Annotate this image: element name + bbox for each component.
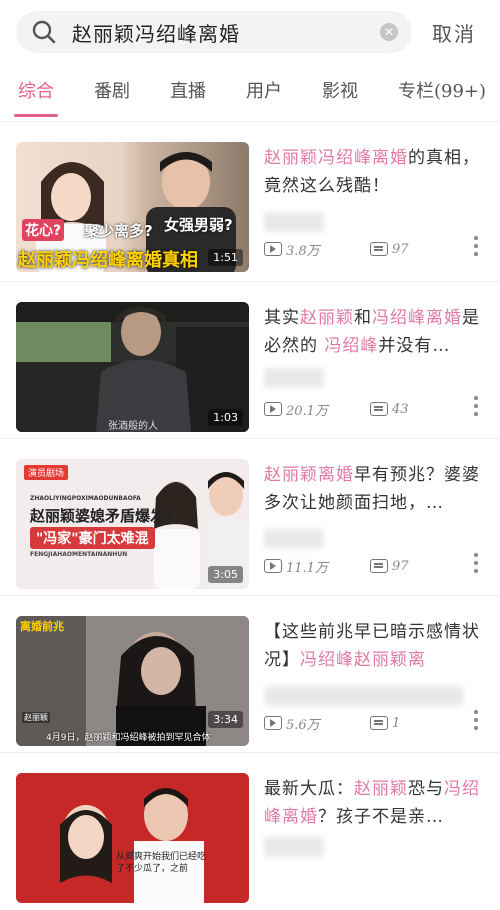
thumb-caption-3: 女强男弱? [164,216,233,234]
video-duration: 3:34 [208,711,243,728]
uploader-name[interactable] [264,837,324,857]
video-stats: 20.1万 43 [264,398,484,420]
video-thumbnail[interactable]: 花心? 聚少离多? 女强男弱? 赵丽颖冯绍峰离婚真相 1:51 [16,142,249,272]
view-count: 20.1万 [286,403,328,419]
play-count-icon [264,242,282,256]
list-item[interactable]: 演员剧场 ZHAOLIYINGPOXIMAODUNBAOFA 赵丽颖婆媳矛盾爆发… [0,439,500,596]
top-bar: 赵丽颖冯绍峰离婚 ✕ 取消 [0,0,500,64]
list-item[interactable]: 从郑爽开始我们已经吃了不少瓜了，之前 最新大瓜：赵丽颖恐与冯绍峰离婚？孩子不是亲… [0,753,500,910]
view-count: 3.8万 [286,243,320,259]
thumb-subtitle: 从郑爽开始我们已经吃了不少瓜了，之前 [116,852,207,874]
comment-icon [370,559,388,573]
tab-column[interactable]: 专栏(99+) [398,77,486,121]
title-part: 恐与 [408,779,444,799]
video-title[interactable]: 最新大瓜：赵丽颖恐与冯绍峰离婚？孩子不是亲… [264,775,484,831]
title-part: 并没有… [378,336,451,356]
more-options-icon[interactable] [474,710,478,730]
thumb-caption-1: 花心? [22,219,65,241]
video-thumbnail[interactable]: 离婚前兆 赵丽颖 4月9日，赵丽颖和冯绍峰被拍到罕见合体 3:34 [16,616,249,746]
title-part: 和 [354,308,372,328]
comment-count: 43 [392,401,409,417]
video-title[interactable]: 赵丽颖离婚早有预兆？婆婆多次让她颜面扫地，… [264,461,484,517]
play-count-icon [264,559,282,573]
video-title[interactable]: 其实赵丽颖和冯绍峰离婚是必然的 冯绍峰并没有… [264,304,484,360]
tab-film[interactable]: 影视 [322,77,358,121]
title-part: 赵丽颖冯绍峰离婚 [264,148,408,168]
uploader-name[interactable] [264,686,464,706]
video-duration: 3:05 [208,566,243,583]
result-list: 花心? 聚少离多? 女强男弱? 赵丽颖冯绍峰离婚真相 1:51 赵丽颖冯绍峰离婚… [0,122,500,910]
video-duration: 1:51 [208,249,243,266]
comment-icon [370,716,388,730]
thumb-caption-2: 聚少离多? [84,222,153,240]
thumb-caption-4: 赵丽颖冯绍峰离婚真相 [18,250,198,271]
thumb-name: 赵丽颖 [22,712,50,723]
comment-count: 1 [392,715,401,731]
video-duration: 1:03 [208,409,243,426]
thumb-tag: 离婚前兆 [20,620,64,633]
thumb-caption-1: 赵丽颖婆媳矛盾爆发? [30,507,174,525]
thumbnail-image [16,773,249,903]
thumb-caption-2: "冯家"豪门太难混 [30,527,155,549]
video-thumbnail[interactable]: 演员剧场 ZHAOLIYINGPOXIMAODUNBAOFA 赵丽颖婆媳矛盾爆发… [16,459,249,589]
title-part: 冯绍峰 [324,336,379,356]
title-part: 冯绍峰赵丽颖离 [300,650,426,670]
video-thumbnail[interactable]: 张酒般的人 1:03 [16,302,249,432]
comment-icon [370,402,388,416]
thumb-subtitle: 张酒般的人 [108,421,158,432]
view-count: 11.1万 [286,560,328,576]
title-part: 赵丽颖离婚 [264,465,354,485]
clear-icon[interactable]: ✕ [380,23,398,41]
search-icon [32,20,56,44]
video-title[interactable]: 赵丽颖冯绍峰离婚的真相，竟然这么残酷！ [264,144,484,200]
video-stats: 3.8万 97 [264,238,484,260]
play-count-icon [264,716,282,730]
title-part: 其实 [264,308,300,328]
more-options-icon[interactable] [474,553,478,573]
video-thumbnail[interactable]: 从郑爽开始我们已经吃了不少瓜了，之前 [16,773,249,903]
title-part: 赵丽颖 [354,779,408,799]
list-item[interactable]: 张酒般的人 1:03 其实赵丽颖和冯绍峰离婚是必然的 冯绍峰并没有… 20.1万… [0,282,500,439]
comment-icon [370,242,388,256]
title-part: 冯绍峰离婚 [372,308,462,328]
view-count: 5.6万 [286,717,320,733]
video-stats: 11.1万 97 [264,555,484,577]
title-part: 最新大瓜： [264,779,354,799]
more-options-icon[interactable] [474,236,478,256]
search-input[interactable]: 赵丽颖冯绍峰离婚 ✕ [16,11,412,53]
list-item[interactable]: 花心? 聚少离多? 女强男弱? 赵丽颖冯绍峰离婚真相 1:51 赵丽颖冯绍峰离婚… [0,122,500,282]
list-item[interactable]: 离婚前兆 赵丽颖 4月9日，赵丽颖和冯绍峰被拍到罕见合体 3:34 【这些前兆早… [0,596,500,753]
tab-anime[interactable]: 番剧 [94,77,130,121]
thumb-pinyin-1: ZHAOLIYINGPOXIMAODUNBAOFA [30,495,141,502]
search-query[interactable]: 赵丽颖冯绍峰离婚 [72,18,380,47]
thumb-pinyin-2: FENGJIAHAOMENTAINANHUN [30,551,128,558]
uploader-name[interactable] [264,368,324,388]
cancel-button[interactable]: 取消 [432,18,476,47]
title-part: ？孩子不是亲… [318,807,444,827]
thumb-logo: 演员剧场 [24,465,69,480]
tab-live[interactable]: 直播 [170,77,206,121]
uploader-name[interactable] [264,529,324,549]
comment-count: 97 [392,558,409,574]
tab-comprehensive[interactable]: 综合 [14,77,58,121]
uploader-name[interactable] [264,212,324,232]
title-part: 赵丽颖 [300,308,354,328]
play-count-icon [264,402,282,416]
filter-tabs: 综合 番剧 直播 用户 影视 专栏(99+) [0,64,500,122]
video-stats: 5.6万 1 [264,712,484,734]
thumb-subtitle: 4月9日，赵丽颖和冯绍峰被拍到罕见合体 [46,733,211,743]
comment-count: 97 [392,241,409,257]
tab-users[interactable]: 用户 [246,77,282,121]
more-options-icon[interactable] [474,396,478,416]
video-title[interactable]: 【这些前兆早已暗示感情状况】冯绍峰赵丽颖离 [264,618,484,674]
